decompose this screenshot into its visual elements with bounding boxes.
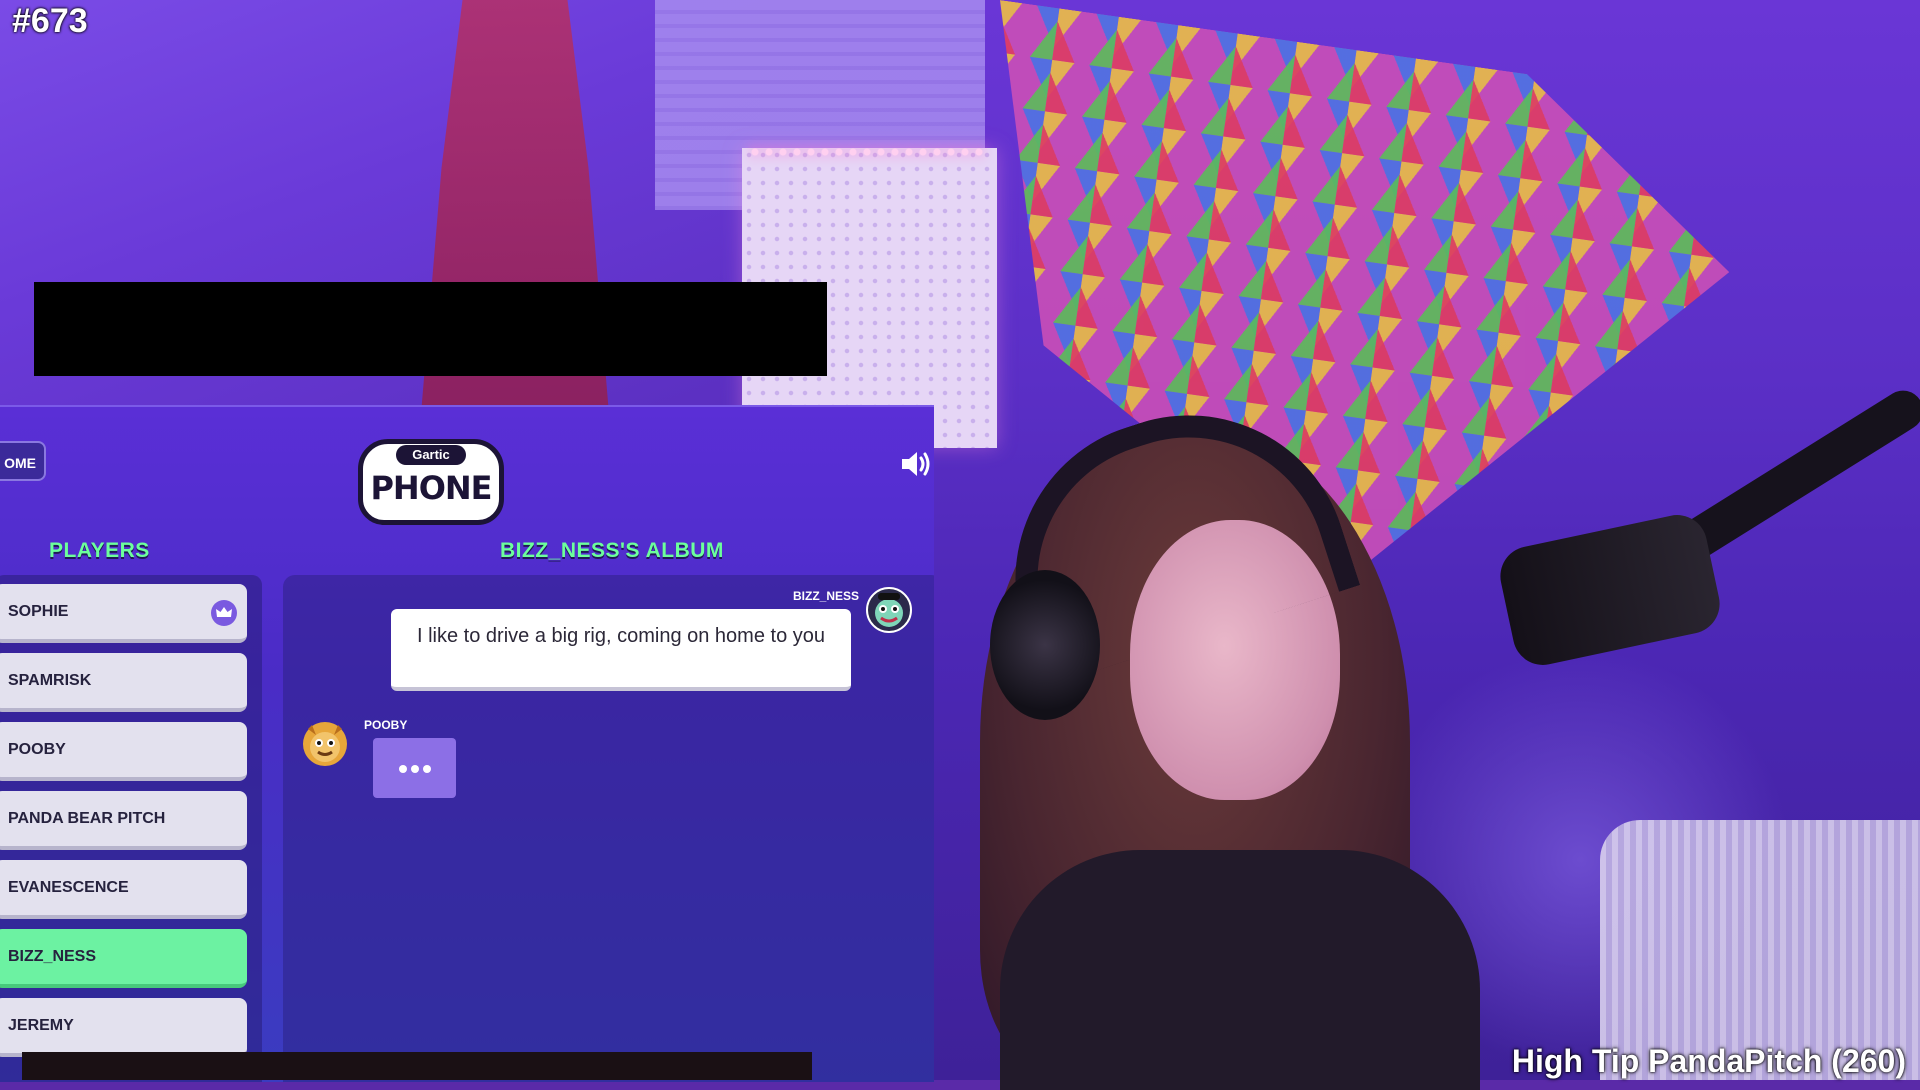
redaction-bar-bottom <box>22 1052 812 1080</box>
headphones-cup <box>990 570 1100 720</box>
stream-number: #673 <box>12 2 88 40</box>
gartic-phone-window: OME Gartic PHONE PLAYERS BIZZ_NESS'S ALB… <box>0 405 934 1082</box>
player-name: SOPHIE <box>8 603 69 620</box>
players-panel: SOPHIE SPAMRISK POOBY PANDA BEAR PITCH E… <box>0 575 262 1082</box>
player-row[interactable]: JEREMY <box>0 998 247 1057</box>
player-name: PANDA BEAR PITCH <box>8 810 166 827</box>
player-row[interactable]: PANDA BEAR PITCH <box>0 791 247 850</box>
home-button[interactable]: OME <box>0 441 46 481</box>
player-row[interactable]: SOPHIE <box>0 584 247 643</box>
player-row[interactable]: EVANESCENCE <box>0 860 247 919</box>
led-light-strip <box>748 148 988 156</box>
album-heading: BIZZ_NESS'S ALBUM <box>500 539 724 562</box>
logo-main-text: PHONE <box>370 469 492 507</box>
players-heading: PLAYERS <box>49 539 150 562</box>
redaction-bar-top <box>34 282 827 376</box>
logo-top-text: Gartic <box>396 445 466 465</box>
high-tip-label: High Tip PandaPitch (260) <box>1511 1043 1906 1079</box>
gartic-phone-logo: Gartic PHONE <box>358 439 504 525</box>
speaker-icon[interactable] <box>898 447 932 481</box>
player-name: BIZZ_NESS <box>8 948 97 965</box>
crown-icon <box>211 600 237 626</box>
laundry-basket <box>1600 820 1920 1080</box>
microphone <box>1494 509 1726 671</box>
player-row-active[interactable]: BIZZ_NESS <box>0 929 247 988</box>
player-name: POOBY <box>8 741 66 758</box>
ellipsis-icon <box>373 738 456 798</box>
player-name: SPAMRISK <box>8 672 92 689</box>
player-name: JEREMY <box>8 1017 74 1034</box>
player-name: EVANESCENCE <box>8 879 129 896</box>
message-bubble: I like to drive a big rig, coming on hom… <box>391 609 851 691</box>
message-author: BIZZ_NESS <box>793 589 860 603</box>
player-row[interactable]: SPAMRISK <box>0 653 247 712</box>
streamer-shirt <box>1000 850 1480 1090</box>
player-row[interactable]: POOBY <box>0 722 247 781</box>
avatar <box>302 721 348 767</box>
streamer <box>960 373 1480 1090</box>
typing-author: POOBY <box>364 718 408 732</box>
avatar <box>866 587 912 633</box>
